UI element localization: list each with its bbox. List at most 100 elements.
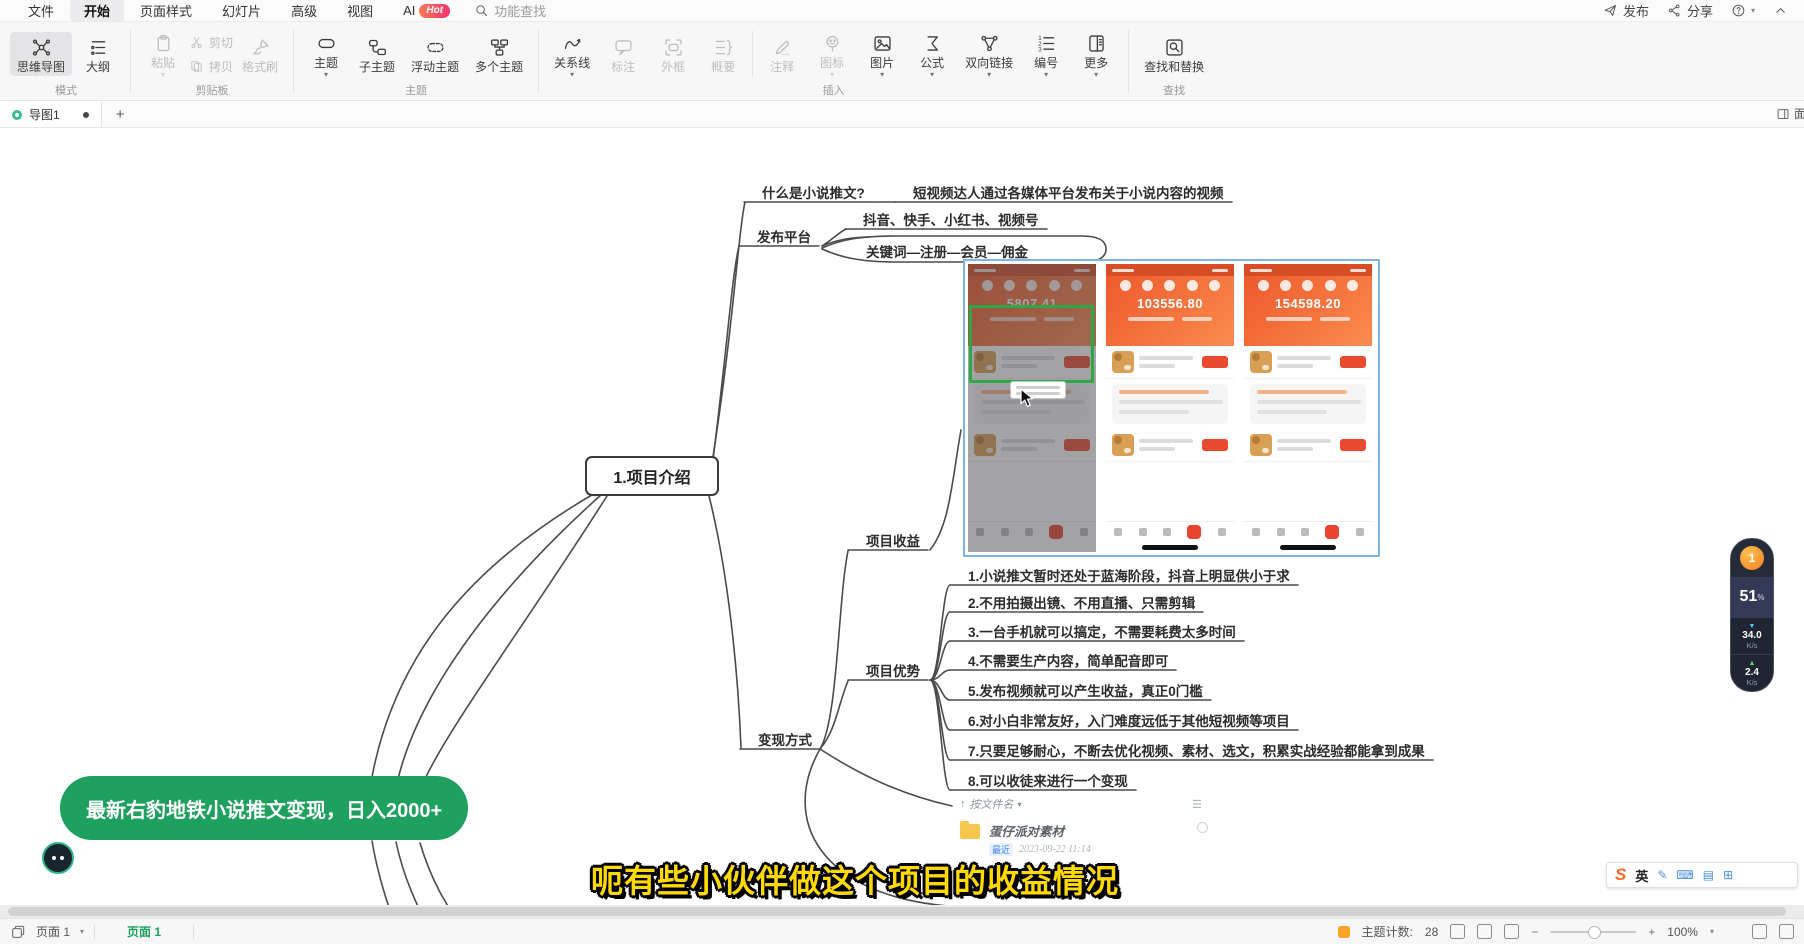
floating-topic-button[interactable]: 浮动主题 [404,32,466,76]
page-selector-caret[interactable]: ▾ [80,927,84,936]
page-selector[interactable]: 页面 1 [36,923,70,940]
active-page-tab[interactable]: 页面 1 [105,923,183,940]
node-project-revenue[interactable]: 项目收益 [866,530,920,550]
node-keywords[interactable]: 关键词—注册—会员—佣金 [866,241,1028,261]
panel-toggle-button[interactable]: 面板 [1776,105,1804,122]
node-what-is[interactable]: 什么是小说推文? [762,182,865,202]
file-radio[interactable] [1197,822,1208,833]
note-icon [772,37,793,58]
file-sort-header[interactable]: ↑ 按文件名 ▾ [960,796,1260,812]
fit-width-icon[interactable] [1504,924,1519,939]
menu-item-label: AI [403,3,415,18]
advantage-item-4[interactable]: 4.不需要生产内容，简单配音即可 [968,650,1168,670]
upload-speed: ▲ 2.4 K/s [1731,654,1773,691]
phone-screenshot-2: 103556.80 [1106,264,1234,552]
sogou-logo[interactable]: S [1615,865,1626,885]
publish-button[interactable]: 发布 [1603,1,1649,20]
relation-line-button[interactable]: 关系线▾ [547,28,597,80]
node-platform-list[interactable]: 抖音、快手、小红书、视频号 [863,209,1039,229]
menu-item-开始[interactable]: 开始 [70,0,124,22]
assistant-avatar[interactable] [42,842,74,874]
add-map-tab-button[interactable]: + [102,106,139,123]
mindmap-mode-button[interactable]: 思维导图 [10,32,72,76]
menu-item-AI[interactable]: AI Hot [389,1,464,20]
collapse-ribbon-button[interactable] [1773,3,1788,18]
menu-item-高级[interactable]: 高级 [277,0,331,22]
cut-button[interactable]: 剪切 [189,34,233,51]
more-button[interactable]: 更多▾ [1072,28,1120,80]
advantage-item-7[interactable]: 7.只要足够耐心，不断去优化视频、素材、选文，积累实战经验都能拿到成果 [968,740,1425,760]
subtopic-button[interactable]: 子主题 [352,32,402,76]
node-what-is-desc[interactable]: 短视频达人通过各媒体平台发布关于小说内容的视频 [913,182,1224,202]
advantage-item-5[interactable]: 5.发布视频就可以产生收益，真正0门槛 [968,680,1203,700]
central-topic-node[interactable]: 1.项目介绍 [585,456,719,496]
ime-pen-icon[interactable]: ✎ [1657,868,1667,882]
node-monetization[interactable]: 变现方式 [758,729,812,749]
zoom-slider-knob[interactable] [1588,926,1601,939]
numbering-button[interactable]: 123编号▾ [1022,28,1070,80]
ribbon-group-label: 插入 [823,82,845,100]
zoom-slider[interactable] [1550,931,1636,933]
numbering-label: 编号 [1034,56,1058,70]
node-publish-platform[interactable]: 发布平台 [757,226,811,246]
map-tab[interactable]: 导图1 [0,102,102,127]
booster-overlay[interactable]: 1 51 % ▼ 34.0 K/s ▲ 2.4 K/s [1730,538,1774,692]
ime-toolbox-icon[interactable]: ⊞ [1723,868,1733,882]
menu-item-页面样式[interactable]: 页面样式 [126,0,206,22]
zoom-level[interactable]: 100% [1667,925,1698,939]
earnings-screenshots-image[interactable]: 5807.41103556.80154598.20 [963,259,1380,557]
menu-item-文件[interactable]: 文件 [14,0,68,22]
divider [193,925,194,939]
scrollbar-thumb[interactable] [8,907,1786,916]
note-button[interactable]: 注释 [758,32,806,76]
ime-board-icon[interactable]: ▤ [1703,868,1714,882]
menu-item-视图[interactable]: 视图 [333,0,387,22]
formula-button[interactable]: 公式▾ [908,28,956,80]
function-search[interactable]: 功能查找 [474,1,546,20]
fit-page-icon[interactable] [1477,924,1492,939]
find-replace-button[interactable]: 查找和替换 [1137,32,1211,76]
advantage-item-1[interactable]: 1.小说推文暂时还处于蓝海阶段，抖音上明显供小于求 [968,565,1290,585]
fullscreen-icon[interactable] [1752,924,1767,939]
zoom-in-button[interactable]: + [1648,925,1655,939]
format-painter-button[interactable]: 格式刷 [235,32,285,76]
outline-mode-label: 大纲 [86,60,110,74]
ime-keyboard-icon[interactable]: ⌨ [1676,868,1693,882]
ime-toolbar[interactable]: S 英 ✎ ⌨ ▤ ⊞ [1606,862,1798,888]
picture-button[interactable]: 图片▾ [858,28,906,80]
outline-mode-button[interactable]: 大纲 [74,32,122,76]
list-view-icon[interactable]: ☰ [1192,798,1202,811]
status-bar-right: 主题计数: 28 − + 100% ▾ [1338,923,1794,940]
node-project-advantage[interactable]: 项目优势 [866,660,920,680]
advantage-item-8[interactable]: 8.可以收徒来进行一个变现 [968,770,1128,790]
topic-button[interactable]: 主题▾ [302,28,350,80]
summary-button[interactable]: 概要 [699,32,747,76]
bi-link-button[interactable]: 双向链接▾ [958,28,1020,80]
horizontal-scrollbar[interactable] [0,905,1804,918]
hot-badge: Hot [419,4,450,18]
menu-item-幻灯片[interactable]: 幻灯片 [208,0,275,22]
help-button[interactable]: ▾ [1731,3,1755,18]
paste-button[interactable]: 粘贴▾ [139,28,187,80]
share-button[interactable]: 分享 [1667,1,1713,20]
file-row[interactable]: 蛋仔派对素材最近2023-09-22 11:14 [960,821,1260,856]
collapse-icon[interactable] [1779,924,1794,939]
ime-language-mode[interactable]: 英 [1635,866,1648,885]
pages-icon[interactable] [10,924,26,940]
icon-marker-button[interactable]: 图标▾ [808,28,856,80]
copy-button[interactable]: 拷贝 [189,58,233,75]
advantage-item-6[interactable]: 6.对小白非常友好，入门难度远低于其他短视频等项目 [968,710,1290,730]
grid-view-icon[interactable] [1450,924,1465,939]
zoom-out-button[interactable]: − [1531,925,1538,939]
callout-button[interactable]: 标注 [599,32,647,76]
summary-icon [713,37,734,58]
outer-frame-button[interactable]: 外框 [649,32,697,76]
more-icon [1086,33,1107,54]
multi-topic-button[interactable]: 多个主题 [468,32,530,76]
advantage-item-2[interactable]: 2.不用拍摄出镜、不用直播、只需剪辑 [968,592,1195,612]
ribbon-group-label: 查找 [1163,82,1185,100]
download-speed: ▼ 34.0 K/s [1731,617,1773,654]
root-topic-node[interactable]: 最新右豹地铁小说推文变现，日入2000+ [60,776,468,840]
advantage-item-3[interactable]: 3.一台手机就可以搞定，不需要耗费太多时间 [968,621,1236,641]
zoom-caret[interactable]: ▾ [1710,927,1714,936]
